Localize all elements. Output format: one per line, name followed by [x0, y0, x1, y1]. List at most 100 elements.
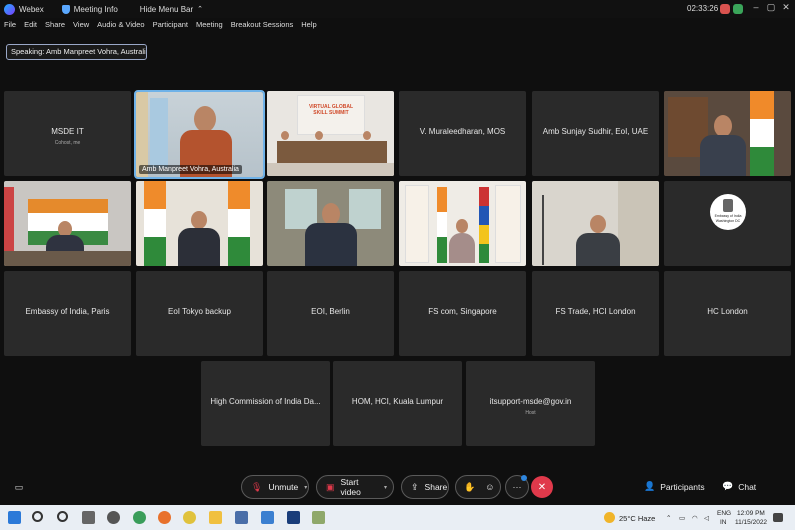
tile-berlin-video[interactable] [267, 181, 394, 266]
window [349, 189, 381, 229]
person-head [315, 131, 323, 140]
tile-role: Host [525, 410, 536, 416]
menu-audio-video[interactable]: Audio & Video [97, 20, 144, 34]
tile-tokyo-video[interactable] [136, 181, 263, 266]
close-icon[interactable]: ✕ [779, 2, 793, 13]
person-head [322, 203, 340, 225]
tile-name: V. Muraleedharan, MOS [419, 127, 506, 136]
tile-berlin[interactable]: EOI, Berlin [267, 271, 394, 356]
tile-vohra[interactable]: Amb Manpreet Vohra, Australia [134, 90, 265, 179]
menu-help[interactable]: Help [301, 20, 316, 34]
meeting-timer: 02:33:26 [687, 4, 719, 13]
menu-breakout[interactable]: Breakout Sessions [231, 20, 294, 34]
hide-menu-bar-button[interactable]: Hide Menu Bar [140, 5, 193, 14]
volume-icon[interactable]: ◁ [704, 514, 709, 522]
standee [495, 185, 521, 263]
app-icon[interactable] [261, 511, 274, 524]
logo-text: Washington DC [715, 219, 741, 223]
share-icon: ⇪ [411, 481, 419, 492]
share-button[interactable]: ⇪ Share [401, 475, 449, 499]
chat-icon: 💬 [722, 481, 734, 491]
task-view-icon[interactable] [82, 511, 95, 524]
menu-view[interactable]: View [73, 20, 89, 34]
meeting-info-button[interactable]: Meeting Info [74, 5, 118, 14]
tile-name: EOI, Berlin [311, 307, 350, 316]
tile-hci-da[interactable]: High Commission of India Da... [201, 361, 330, 446]
captions-icon[interactable]: ▭ [9, 477, 29, 497]
region-indicator[interactable]: IN [720, 519, 727, 526]
tile-sudhir[interactable]: Amb Sunjay Sudhir, EoI, UAE [532, 91, 659, 176]
connection-icon[interactable] [733, 4, 743, 14]
tile-name: FS Trade, HCI London [555, 307, 636, 316]
notifications-icon[interactable] [773, 513, 783, 522]
menu-participant[interactable]: Participant [153, 20, 188, 34]
chat-button[interactable]: 💬 Chat [722, 481, 756, 492]
app-icon[interactable] [312, 511, 325, 524]
participants-label: Participants [660, 481, 705, 492]
chevron-up-icon[interactable]: ⌃ [666, 514, 671, 522]
tile-name: MSDE IT [51, 127, 84, 136]
raise-hand-icon[interactable]: ✋ [464, 482, 475, 493]
tile-singapore[interactable]: FS com, Singapore [399, 271, 526, 356]
tile-hc-london[interactable]: HC London [664, 271, 791, 356]
edge-icon[interactable] [133, 511, 146, 524]
chevron-down-icon[interactable]: ▾ [304, 484, 307, 491]
tile-singapore-video[interactable] [399, 181, 526, 266]
language-indicator[interactable]: ENG [717, 510, 731, 517]
participants-button[interactable]: 👤 Participants [644, 481, 705, 492]
settings-icon[interactable] [107, 511, 120, 524]
flag [144, 181, 166, 266]
clock-date[interactable]: 11/15/2022 [735, 519, 767, 526]
tile-msde-it[interactable]: MSDE IT Cohost, me [4, 91, 131, 176]
file-explorer-icon[interactable] [209, 511, 222, 524]
recording-icon[interactable] [720, 4, 730, 14]
wifi-icon[interactable]: ◠ [692, 514, 698, 522]
unmute-button[interactable]: 🎙 Unmute ▾ [241, 475, 309, 499]
tile-uae-video[interactable] [664, 91, 791, 176]
start-video-button[interactable]: ▣ Start video ▾ [316, 475, 394, 499]
leave-meeting-button[interactable]: ✕ [531, 476, 553, 498]
emblem-icon [723, 199, 733, 212]
chat-label: Chat [738, 481, 757, 492]
tile-paris-video[interactable] [4, 181, 131, 266]
tile-fs-london[interactable]: FS Trade, HCI London [532, 271, 659, 356]
speaking-indicator: Speaking: Amb Manpreet Vohra, Australia [6, 44, 147, 60]
menu-meeting[interactable]: Meeting [196, 20, 223, 34]
emoji-icon[interactable]: ☺ [485, 482, 494, 492]
chevron-down-icon[interactable]: ▾ [384, 484, 387, 491]
tile-tokyo[interactable]: EoI Tokyo backup [136, 271, 263, 356]
video-feed [664, 91, 791, 176]
firefox-icon[interactable] [158, 511, 171, 524]
tile-name: itsupport-msde@gov.in [489, 397, 572, 406]
menu-edit[interactable]: Edit [24, 20, 37, 34]
tile-muraleedharan[interactable]: V. Muraleedharan, MOS [399, 91, 526, 176]
tile-london-video[interactable] [532, 181, 659, 266]
tile-washington[interactable]: Embassy of India Washington DC [664, 181, 791, 266]
app-icon[interactable] [235, 511, 248, 524]
cortana-icon[interactable] [57, 511, 68, 522]
minimize-icon[interactable]: – [749, 2, 763, 12]
weather-text[interactable]: 25°C Haze [619, 514, 655, 523]
network-icon[interactable]: ▭ [679, 514, 685, 522]
start-video-label: Start video [340, 477, 361, 497]
video-feed [399, 181, 526, 266]
search-icon[interactable] [32, 511, 43, 522]
chrome-icon[interactable] [183, 511, 196, 524]
table [277, 141, 387, 163]
weather-icon[interactable] [604, 512, 615, 523]
chevron-up-icon[interactable]: ⌃ [197, 5, 203, 13]
unmute-label: Unmute [268, 482, 299, 492]
clock-time[interactable]: 12:09 PM [737, 510, 765, 517]
maximize-icon[interactable]: ▢ [764, 2, 778, 13]
tile-paris[interactable]: Embassy of India, Paris [4, 271, 131, 356]
shield-icon[interactable] [61, 4, 70, 14]
menu-file[interactable]: File [4, 20, 16, 34]
meeting-controls: ▭ 🎙 Unmute ▾ ▣ Start video ▾ ⇪ Share ✋ ☺… [0, 475, 795, 501]
tile-itsupport[interactable]: itsupport-msde@gov.in Host [466, 361, 595, 446]
banner-text: SKILL SUMMIT [313, 110, 349, 116]
tile-kl[interactable]: HOM, HCI, Kuala Lumpur [333, 361, 462, 446]
start-icon[interactable] [8, 511, 21, 524]
menu-share[interactable]: Share [45, 20, 65, 34]
tile-conference-room[interactable]: VIRTUAL GLOBAL SKILL SUMMIT [267, 91, 394, 176]
webex-taskbar-icon[interactable] [287, 511, 300, 524]
